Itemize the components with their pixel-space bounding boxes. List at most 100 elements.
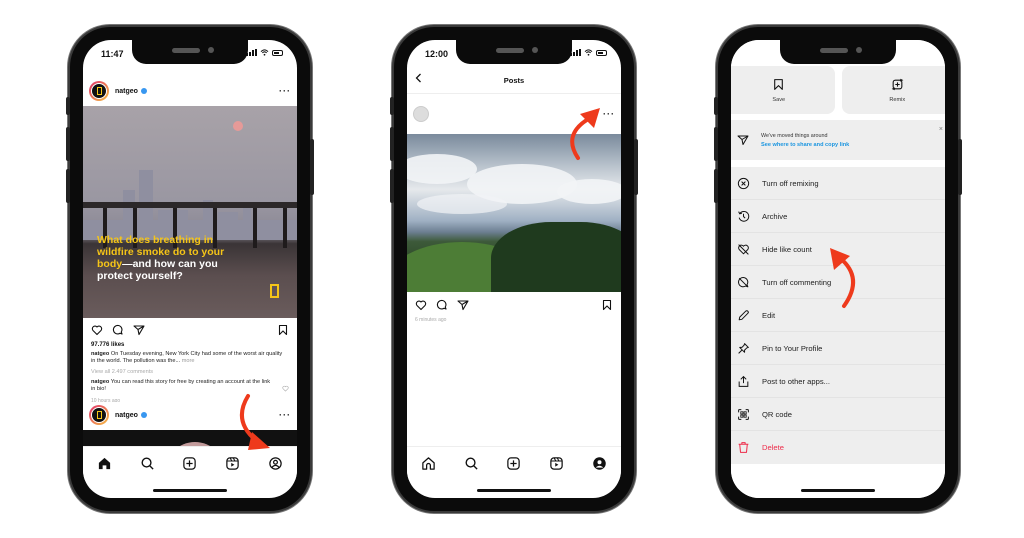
share-icon[interactable] [133,324,145,336]
menu-item-post-to-other-apps[interactable]: Post to other apps... [731,365,945,398]
menu-item-edit[interactable]: Edit [731,299,945,332]
heart-off-icon [738,243,749,255]
profile-icon[interactable] [592,456,607,471]
username[interactable]: natgeo [115,412,138,419]
menu-item-qr-code[interactable]: QR code [731,398,945,431]
side-button [958,139,962,195]
phone-options-menu: Save Remix We've moved things around See… [714,27,962,511]
status-time: 12:00 [425,49,449,59]
close-icon[interactable]: × [939,126,943,133]
search-icon[interactable] [140,456,155,471]
menu-item-label: Post to other apps... [762,376,830,386]
new-post-icon[interactable] [182,456,197,471]
comment-like-icon[interactable] [282,385,289,392]
battery-icon [272,49,283,56]
more-options-icon[interactable]: ··· [603,109,615,119]
side-button [714,97,718,115]
wifi-icon [260,49,269,56]
quick-actions: Save Remix [731,66,945,114]
like-count[interactable]: 97.776 likes [91,342,124,348]
search-icon[interactable] [464,456,479,471]
more-options-icon[interactable]: ··· [279,410,291,420]
view-comments-link[interactable]: View all 2.497 comments [91,369,153,375]
caption-more-link[interactable]: more [182,358,195,364]
side-button [390,127,394,161]
notice-link[interactable]: See where to share and copy link [761,142,849,148]
verified-badge-icon [140,88,147,94]
page-title: Posts [503,76,525,85]
remix-icon [891,78,904,90]
caption-username[interactable]: natgeo [91,351,109,357]
menu-item-label: Pin to Your Profile [762,343,823,353]
battery-icon [596,49,607,56]
pencil-icon [738,309,749,320]
comment-icon[interactable] [436,299,448,311]
status-time: 11:47 [101,49,124,59]
screen: Save Remix We've moved things around See… [731,40,945,498]
avatar[interactable] [89,405,109,425]
home-indicator [477,489,551,492]
menu-item-turn-off-commenting[interactable]: Turn off commenting [731,266,945,299]
avatar[interactable] [89,81,109,101]
menu-item-turn-off-remixing[interactable]: Turn off remixing [731,167,945,200]
save-button[interactable]: Save [731,66,835,114]
post-header-2: natgeo ··· [83,402,297,428]
menu-item-label: Archive [762,211,788,221]
bottom-nav [83,446,297,480]
post-time: 6 minutes ago [415,317,447,323]
side-button [714,169,718,203]
side-button [66,169,70,203]
comment-off-icon [738,276,749,287]
bookmark-icon[interactable] [277,324,289,336]
post-image[interactable] [407,134,621,292]
menu-item-label: Turn off remixing [762,178,819,188]
post-image[interactable]: What does breathing in wildfire smoke do… [83,106,297,318]
screen: 11:47 natgeo ··· What does breathing in … [83,40,297,498]
more-options-icon[interactable]: ··· [279,86,291,96]
share-icon[interactable] [457,299,469,311]
new-post-icon[interactable] [506,456,521,471]
profile-icon[interactable] [268,456,283,471]
menu-item-delete[interactable]: Delete [731,431,945,464]
menu-item-hide-like-count[interactable]: Hide like count [731,233,945,266]
side-button [390,169,394,203]
reels-icon[interactable] [225,456,240,471]
home-icon[interactable] [97,456,112,471]
bookmark-icon[interactable] [601,299,613,311]
comment-username[interactable]: natgeo [91,379,109,385]
notch [456,40,572,64]
menu-item-label: Hide like count [762,244,812,254]
menu-item-label: Turn off commenting [762,277,832,287]
comment-icon[interactable] [112,324,124,336]
remix-button[interactable]: Remix [841,66,945,114]
bottom-nav [407,446,621,480]
menu-item-pin-to-profile[interactable]: Pin to Your Profile [731,332,945,365]
side-button [714,127,718,161]
cloud [407,154,477,184]
pier [253,208,257,248]
avatar[interactable] [413,106,429,122]
natgeo-logo [270,284,279,298]
home-icon[interactable] [421,456,436,471]
bridge [83,202,297,208]
notch [132,40,248,64]
like-icon[interactable] [91,324,103,336]
username[interactable]: natgeo [115,88,138,95]
menu-item-archive[interactable]: Archive [731,200,945,233]
post-header: ··· [407,95,621,133]
remix-label: Remix [889,96,906,103]
menu-item-label: Edit [762,310,776,320]
post-header: natgeo ··· [83,76,297,106]
post-headline: What does breathing in wildfire smoke do… [97,234,237,282]
like-icon[interactable] [415,299,427,311]
side-button [634,139,638,195]
reels-icon[interactable] [549,456,564,471]
post-caption: natgeo On Tuesday evening, New York City… [91,351,287,365]
cloud [417,194,507,214]
share-icon [737,135,749,145]
save-label: Save [772,96,786,103]
options-sheet: Save Remix We've moved things around See… [731,40,945,498]
share-upload-icon [738,375,749,387]
notch [780,40,896,64]
forest [491,222,621,292]
